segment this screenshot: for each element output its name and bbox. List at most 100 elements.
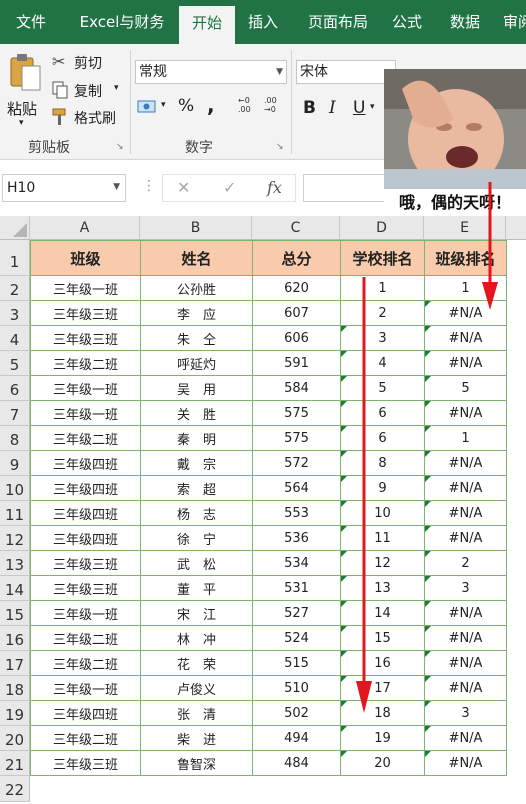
cell[interactable]: 三年级四班 xyxy=(30,450,141,476)
underline-button[interactable]: U xyxy=(353,98,365,118)
cell[interactable]: #N/A xyxy=(424,450,507,476)
row-header[interactable]: 20 xyxy=(0,726,30,751)
row-header[interactable]: 10 xyxy=(0,476,30,501)
error-indicator-icon[interactable] xyxy=(341,426,347,432)
cell[interactable]: 3 xyxy=(424,575,507,601)
cell[interactable]: 宋 江 xyxy=(140,600,253,626)
cell[interactable]: 三年级四班 xyxy=(30,475,141,501)
cell[interactable]: 三年级二班 xyxy=(30,350,141,376)
cell[interactable]: 戴 宗 xyxy=(140,450,253,476)
cell[interactable]: #N/A xyxy=(424,600,507,626)
error-indicator-icon[interactable] xyxy=(425,426,431,432)
row-header[interactable]: 15 xyxy=(0,601,30,626)
cell[interactable]: 张 清 xyxy=(140,700,253,726)
row-header[interactable]: 7 xyxy=(0,401,30,426)
cell[interactable]: #N/A xyxy=(424,500,507,526)
copy-button[interactable]: 复制 ▾ xyxy=(52,79,124,101)
cell[interactable]: 三年级一班 xyxy=(30,400,141,426)
tab-page-layout[interactable]: 页面布局 xyxy=(296,0,380,44)
cell[interactable]: 花 荣 xyxy=(140,650,253,676)
cell[interactable]: 三年级四班 xyxy=(30,700,141,726)
cell[interactable]: 董 平 xyxy=(140,575,253,601)
cell[interactable]: #N/A xyxy=(424,525,507,551)
select-all-corner[interactable] xyxy=(0,216,30,240)
cell[interactable]: 607 xyxy=(252,300,341,326)
cell[interactable]: 三年级一班 xyxy=(30,675,141,701)
column-header-d[interactable]: D xyxy=(340,216,424,240)
error-indicator-icon[interactable] xyxy=(425,701,431,707)
row-header[interactable]: 21 xyxy=(0,751,30,776)
row-header[interactable]: 3 xyxy=(0,301,30,326)
cell[interactable]: 林 冲 xyxy=(140,625,253,651)
cell[interactable]: 606 xyxy=(252,325,341,351)
cell[interactable]: 531 xyxy=(252,575,341,601)
cell[interactable]: 3 xyxy=(424,700,507,726)
error-indicator-icon[interactable] xyxy=(341,626,347,632)
cell[interactable]: 索 超 xyxy=(140,475,253,501)
cell[interactable]: 呼延灼 xyxy=(140,350,253,376)
cell[interactable]: 柴 进 xyxy=(140,725,253,751)
row-header[interactable]: 19 xyxy=(0,701,30,726)
error-indicator-icon[interactable] xyxy=(425,601,431,607)
cell[interactable]: 三年级三班 xyxy=(30,575,141,601)
error-indicator-icon[interactable] xyxy=(341,476,347,482)
tab-review[interactable]: 审阅 xyxy=(498,0,526,44)
cell[interactable]: 502 xyxy=(252,700,341,726)
format-painter-button[interactable]: 格式刷 xyxy=(52,106,124,128)
cell[interactable]: 三年级二班 xyxy=(30,650,141,676)
cell[interactable]: 584 xyxy=(252,375,341,401)
error-indicator-icon[interactable] xyxy=(341,576,347,582)
column-header-a[interactable]: A xyxy=(30,216,140,240)
cell[interactable]: 564 xyxy=(252,475,341,501)
error-indicator-icon[interactable] xyxy=(425,451,431,457)
cell[interactable]: 关 胜 xyxy=(140,400,253,426)
cell[interactable]: 591 xyxy=(252,350,341,376)
cell[interactable]: 李 应 xyxy=(140,300,253,326)
column-header-f[interactable] xyxy=(506,216,526,240)
cell[interactable]: 575 xyxy=(252,400,341,426)
cell[interactable]: 572 xyxy=(252,450,341,476)
error-indicator-icon[interactable] xyxy=(341,526,347,532)
cell[interactable]: #N/A xyxy=(424,725,507,751)
tab-data[interactable]: 数据 xyxy=(440,0,490,44)
cell[interactable]: 徐 宁 xyxy=(140,525,253,551)
cell[interactable]: 三年级一班 xyxy=(30,275,141,301)
error-indicator-icon[interactable] xyxy=(341,751,347,757)
cell[interactable]: 三年级二班 xyxy=(30,725,141,751)
column-title[interactable]: 学校排名 xyxy=(340,240,425,276)
cancel-icon[interactable]: ✕ xyxy=(177,178,190,197)
error-indicator-icon[interactable] xyxy=(341,326,347,332)
error-indicator-icon[interactable] xyxy=(425,351,431,357)
error-indicator-icon[interactable] xyxy=(341,676,347,682)
row-header[interactable]: 5 xyxy=(0,351,30,376)
error-indicator-icon[interactable] xyxy=(425,301,431,307)
error-indicator-icon[interactable] xyxy=(425,726,431,732)
row-header[interactable]: 8 xyxy=(0,426,30,451)
cell[interactable]: 秦 明 xyxy=(140,425,253,451)
error-indicator-icon[interactable] xyxy=(341,351,347,357)
insert-function-icon[interactable]: fx xyxy=(267,178,282,197)
cell[interactable]: 524 xyxy=(252,625,341,651)
accounting-format-button[interactable]: ▾ xyxy=(137,96,171,118)
column-title[interactable]: 姓名 xyxy=(140,240,253,276)
row-header[interactable]: 2 xyxy=(0,276,30,301)
row-header[interactable]: 16 xyxy=(0,626,30,651)
row-header[interactable]: 9 xyxy=(0,451,30,476)
error-indicator-icon[interactable] xyxy=(341,651,347,657)
row-header[interactable]: 11 xyxy=(0,501,30,526)
row-header[interactable]: 14 xyxy=(0,576,30,601)
cell[interactable]: 三年级三班 xyxy=(30,750,141,776)
cell[interactable]: 杨 志 xyxy=(140,500,253,526)
cell[interactable]: 三年级二班 xyxy=(30,625,141,651)
error-indicator-icon[interactable] xyxy=(425,576,431,582)
cell[interactable]: 2 xyxy=(424,550,507,576)
increase-decimal-button[interactable]: ←0.00 xyxy=(238,96,258,118)
error-indicator-icon[interactable] xyxy=(425,676,431,682)
cell[interactable]: 三年级一班 xyxy=(30,375,141,401)
cell[interactable]: 536 xyxy=(252,525,341,551)
cell[interactable]: 553 xyxy=(252,500,341,526)
cell[interactable]: 吴 用 xyxy=(140,375,253,401)
cell[interactable]: #N/A xyxy=(424,400,507,426)
dialog-launcher-icon[interactable]: ↘ xyxy=(116,142,124,152)
column-title[interactable]: 班级 xyxy=(30,240,141,276)
